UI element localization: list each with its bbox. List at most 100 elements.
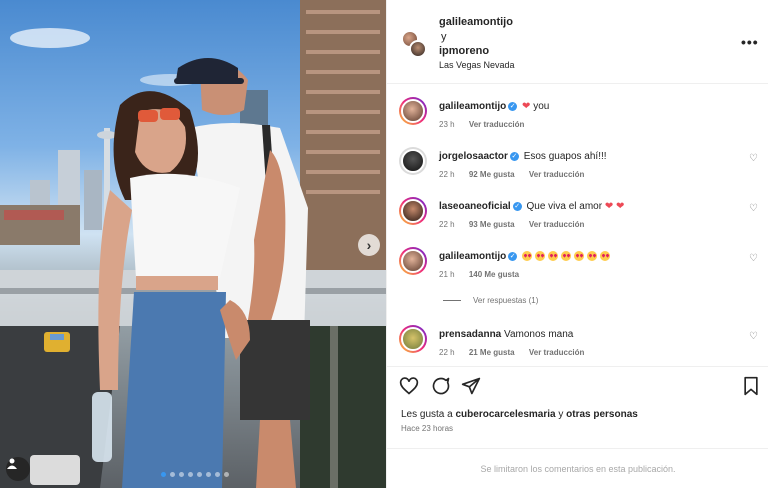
comment-meta: 23 h Ver traducción	[439, 120, 536, 129]
comment-body: you	[533, 101, 550, 112]
heart-eyes-emoji	[548, 251, 559, 262]
heart-eyes-emoji	[587, 251, 598, 262]
carousel-dot	[188, 472, 193, 477]
carousel-dot	[161, 472, 166, 477]
location-link[interactable]: Las Vegas Nevada	[439, 60, 515, 70]
photo-illustration	[0, 0, 386, 488]
see-translation-link[interactable]: Ver traducción	[529, 348, 585, 357]
comment-footer: Se limitaron los comentarios en esta pub…	[387, 448, 768, 488]
carousel-next-button[interactable]: ›	[358, 234, 380, 256]
see-translation-link[interactable]: Ver traducción	[529, 170, 585, 179]
red-heart-emoji: ❤	[616, 201, 625, 212]
heart-eyes-emoji	[600, 251, 611, 262]
likes-prefix: Les gusta a	[401, 409, 453, 420]
heart-eyes-emoji	[522, 251, 533, 262]
commenter-avatar[interactable]	[399, 97, 427, 125]
bookmark-icon[interactable]	[741, 376, 761, 396]
coauthor-username[interactable]: ipmoreno	[439, 45, 489, 57]
comment-item: laseoaneoficial ✓ Que viva el amor ❤ ❤ 22…	[387, 193, 768, 239]
comment-meta: 22 h 21 Me gusta Ver traducción	[439, 348, 596, 357]
see-translation-link[interactable]: Ver traducción	[529, 220, 585, 229]
paper-plane-icon[interactable]	[461, 376, 481, 396]
commenter-avatar[interactable]	[399, 325, 427, 353]
comment-likes[interactable]: 92 Me gusta	[469, 170, 515, 179]
comment-item: prensadanna Vamonos mana 22 h 21 Me gust…	[387, 321, 768, 367]
avatar[interactable]	[409, 40, 427, 58]
comment-text: jorgelosaactor ✓ Esos guapos ahí!!!	[439, 151, 607, 162]
comment-item: galileamontijo ✓ ❤ you 23 h Ver traducció…	[387, 93, 768, 139]
comment-meta: 22 h 93 Me gusta Ver traducción	[439, 220, 596, 229]
commenter-username[interactable]: laseoaneoficial	[439, 201, 511, 212]
more-options-icon[interactable]: •••	[741, 34, 759, 50]
like-comment-icon[interactable]: ♡	[749, 153, 758, 164]
post-timestamp: Hace 23 horas	[401, 424, 454, 433]
commenter-username[interactable]: galileamontijo	[439, 251, 506, 262]
collab-avatars[interactable]	[401, 30, 427, 60]
comment-list: galileamontijo ✓ ❤ you 23 h Ver traducció…	[387, 85, 768, 365]
likes-summary: Les gusta a cuberocarcelesmaria y otras …	[401, 409, 638, 420]
comment-item: jorgelosaactor ✓ Esos guapos ahí!!! 22 h …	[387, 143, 768, 189]
heart-eyes-emoji	[574, 251, 585, 262]
comment-body: Vamonos mana	[504, 329, 574, 340]
carousel-dot	[224, 472, 229, 477]
comment-time: 23 h	[439, 120, 455, 129]
see-translation-link[interactable]: Ver traducción	[469, 120, 525, 129]
comment-time: 22 h	[439, 220, 455, 229]
carousel-dot	[179, 472, 184, 477]
post-header: galileamontijo y ipmoreno Las Vegas Neva…	[387, 0, 768, 84]
red-heart-emoji: ❤	[522, 101, 531, 112]
heart-outline-icon[interactable]	[399, 376, 419, 396]
collab-connector: y	[441, 31, 447, 43]
heart-eyes-emoji	[535, 251, 546, 262]
comment-body: Que viva el amor	[526, 201, 603, 212]
carousel-dot	[206, 472, 211, 477]
heart-eyes-emoji	[561, 251, 572, 262]
commenter-avatar[interactable]	[399, 247, 427, 275]
commenter-avatar[interactable]	[399, 197, 427, 225]
post-details-panel: galileamontijo y ipmoreno Las Vegas Neva…	[386, 0, 768, 488]
like-comment-icon[interactable]: ♡	[749, 331, 758, 342]
like-comment-icon[interactable]: ♡	[749, 253, 758, 264]
author-username[interactable]: galileamontijo	[439, 16, 513, 28]
carousel-indicator	[161, 472, 229, 477]
comment-meta: 21 h 140 Me gusta	[439, 270, 531, 279]
post-photo[interactable]: ›	[0, 0, 386, 488]
tagged-users-button[interactable]	[6, 457, 30, 481]
commenter-username[interactable]: jorgelosaactor	[439, 151, 508, 162]
other-likers-link[interactable]: otras personas	[566, 409, 638, 420]
comment-body: Esos guapos ahí!!!	[523, 151, 607, 162]
verified-badge-icon: ✓	[512, 201, 522, 211]
carousel-dot	[197, 472, 202, 477]
comment-time: 22 h	[439, 348, 455, 357]
comment-text: galileamontijo ✓ ❤ you	[439, 101, 549, 112]
view-replies-button[interactable]: Ver respuestas (1)	[443, 296, 538, 305]
like-comment-icon[interactable]: ♡	[749, 203, 758, 214]
red-heart-emoji: ❤	[604, 201, 614, 212]
verified-badge-icon: ✓	[508, 251, 518, 261]
verified-badge-icon: ✓	[509, 151, 519, 161]
replies-divider	[443, 300, 461, 302]
comment-likes[interactable]: 93 Me gusta	[469, 220, 515, 229]
verified-badge-icon: ✓	[508, 101, 518, 111]
commenter-username[interactable]: galileamontijo	[439, 101, 506, 112]
comment-meta: 22 h 92 Me gusta Ver traducción	[439, 170, 596, 179]
comment-likes[interactable]: 21 Me gusta	[469, 348, 515, 357]
user-icon	[7, 458, 17, 469]
likes-connector: y	[558, 409, 564, 420]
comments-limited-notice: Se limitaron los comentarios en esta pub…	[480, 464, 676, 474]
carousel-dot	[215, 472, 220, 477]
post-actions: Les gusta a cuberocarcelesmaria y otras …	[387, 366, 768, 448]
heart-eyes-emoji-row	[522, 251, 613, 262]
carousel-dot	[170, 472, 175, 477]
comment-text: galileamontijo ✓	[439, 251, 613, 262]
comment-bubble-icon[interactable]	[431, 376, 451, 396]
liker-username[interactable]: cuberocarcelesmaria	[456, 409, 556, 420]
comment-likes[interactable]: 140 Me gusta	[469, 270, 519, 279]
view-replies-label[interactable]: Ver respuestas (1)	[473, 296, 538, 305]
comment-item: galileamontijo ✓ 21 h 140 Me gusta ♡	[387, 243, 768, 289]
commenter-username[interactable]: prensadanna	[439, 329, 501, 340]
comment-time: 22 h	[439, 170, 455, 179]
comment-time: 21 h	[439, 270, 455, 279]
commenter-avatar[interactable]	[399, 147, 427, 175]
comment-text: prensadanna Vamonos mana	[439, 329, 573, 340]
